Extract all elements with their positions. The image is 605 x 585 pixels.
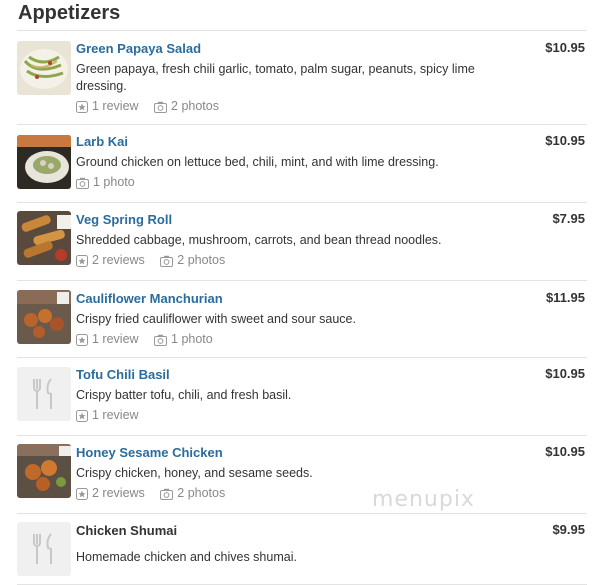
review-icon xyxy=(76,100,88,113)
item-name[interactable]: Larb Kai xyxy=(76,133,497,150)
menu-item: Honey Sesame Chicken Crispy chicken, hon… xyxy=(17,435,587,513)
item-name[interactable]: Honey Sesame Chicken xyxy=(76,444,497,461)
watermark: menupix xyxy=(372,487,475,512)
review-icon xyxy=(76,333,88,346)
reviews-count: 1 review xyxy=(92,332,139,346)
photos-link[interactable]: 2 photos xyxy=(160,252,225,269)
reviews-link[interactable]: 1 review xyxy=(76,331,139,348)
photos-count: 2 photos xyxy=(177,253,226,267)
item-price: $10.95 xyxy=(545,366,585,381)
reviews-count: 2 reviews xyxy=(92,253,145,267)
item-description: Ground chicken on lettuce bed, chili, mi… xyxy=(76,155,439,169)
utensils-icon xyxy=(33,533,52,564)
menu-item: Tofu Chili Basil Crispy batter tofu, chi… xyxy=(17,357,587,435)
section-title: Appetizers xyxy=(18,2,121,24)
item-description: Green papaya, fresh chili garlic, tomato… xyxy=(76,62,475,93)
camera-icon xyxy=(76,177,89,189)
review-icon xyxy=(76,487,88,500)
photos-count: 1 photo xyxy=(171,332,213,346)
reviews-link[interactable]: 1 review xyxy=(76,407,139,424)
reviews-link[interactable]: 1 review xyxy=(76,98,139,115)
photos-count: 2 photos xyxy=(177,486,226,500)
camera-icon xyxy=(154,101,168,113)
photos-count: 2 photos xyxy=(171,99,219,113)
menu-item: Veg Spring Roll Shredded cabbage, mushro… xyxy=(17,202,587,280)
photos-link[interactable]: 2 photos xyxy=(160,485,225,502)
menu-item: Larb Kai Ground chicken on lettuce bed, … xyxy=(17,124,587,202)
item-price: $10.95 xyxy=(545,40,585,55)
dish-placeholder xyxy=(17,522,71,576)
item-description: Crispy batter tofu, chili, and fresh bas… xyxy=(76,388,292,402)
item-name[interactable]: Green Papaya Salad xyxy=(76,40,497,57)
reviews-link[interactable]: 2 reviews xyxy=(76,252,145,269)
menu-item: Cauliflower Manchurian Crispy fried caul… xyxy=(17,280,587,357)
item-description: Shredded cabbage, mushroom, carrots, and… xyxy=(76,233,442,247)
dish-photo[interactable] xyxy=(17,211,71,265)
reviews-count: 1 review xyxy=(92,99,139,113)
item-description: Homemade chicken and chives shumai. xyxy=(76,550,297,564)
utensils-icon xyxy=(33,378,52,409)
menu-item: Green Papaya Salad Green papaya, fresh c… xyxy=(17,30,587,124)
item-name: Chicken Shumai xyxy=(76,523,178,538)
review-icon xyxy=(76,409,88,422)
item-name[interactable]: Cauliflower Manchurian xyxy=(76,290,497,307)
item-price: $10.95 xyxy=(545,444,585,459)
reviews-link[interactable]: 2 reviews xyxy=(76,485,145,502)
camera-icon xyxy=(160,255,174,267)
reviews-count: 2 reviews xyxy=(92,486,145,500)
reviews-count: 1 review xyxy=(92,408,139,422)
item-name[interactable]: Tofu Chili Basil xyxy=(76,366,497,383)
item-price: $11.95 xyxy=(545,290,585,305)
item-name[interactable]: Veg Spring Roll xyxy=(76,211,497,228)
dish-photo[interactable] xyxy=(17,290,71,344)
item-price: $9.95 xyxy=(552,522,585,537)
camera-icon xyxy=(160,488,174,500)
photos-link[interactable]: 1 photo xyxy=(76,174,135,191)
dish-photo[interactable] xyxy=(17,41,71,95)
item-description: Crispy fried cauliflower with sweet and … xyxy=(76,312,356,326)
review-icon xyxy=(76,254,88,267)
item-price: $10.95 xyxy=(545,133,585,148)
menu-list: Green Papaya Salad Green papaya, fresh c… xyxy=(17,30,587,585)
dish-photo[interactable] xyxy=(17,444,71,498)
menu-item: Chicken Shumai Homemade chicken and chiv… xyxy=(17,513,587,585)
photos-link[interactable]: 1 photo xyxy=(154,331,213,348)
item-price: $7.95 xyxy=(552,211,585,226)
item-description: Crispy chicken, honey, and sesame seeds. xyxy=(76,466,313,480)
photos-count: 1 photo xyxy=(93,175,135,189)
dish-photo[interactable] xyxy=(17,135,71,189)
dish-placeholder xyxy=(17,367,71,421)
photos-link[interactable]: 2 photos xyxy=(154,98,219,115)
camera-icon xyxy=(154,334,168,346)
